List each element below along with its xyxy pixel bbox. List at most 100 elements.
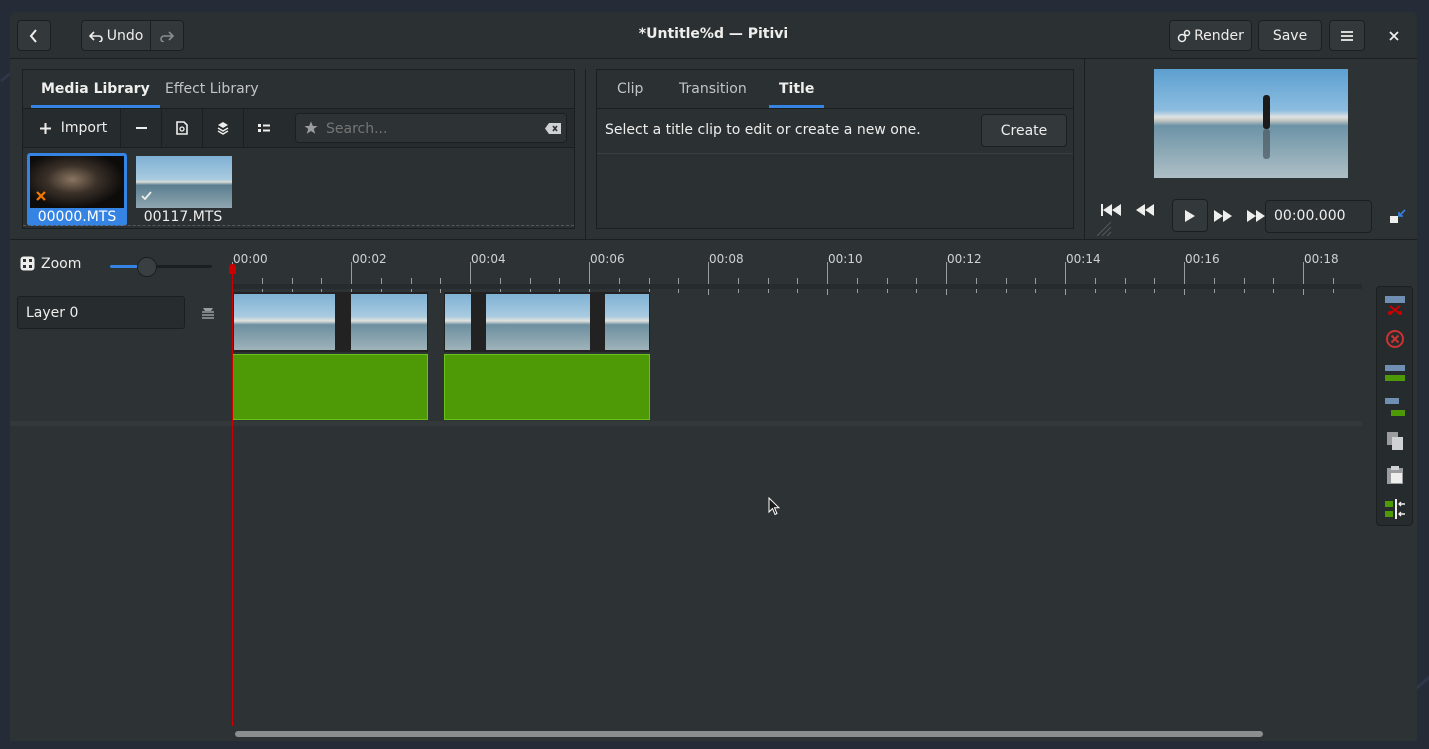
video-thumbnail <box>234 294 335 350</box>
video-thumbnail <box>605 294 649 350</box>
search-input[interactable] <box>324 117 528 141</box>
clip-item[interactable]: 00117.MTS <box>133 153 233 226</box>
video-thumbnail <box>445 294 471 350</box>
ruler-label: 00:06 <box>590 252 625 266</box>
ruler-major-tick <box>1303 262 1304 295</box>
video-thumbnail <box>486 294 590 350</box>
delete-clip-button[interactable] <box>1379 323 1411 355</box>
clip-item[interactable]: 00000.MTS <box>27 153 127 226</box>
ruler-label: 00:16 <box>1185 252 1220 266</box>
clear-search-icon[interactable] <box>545 123 561 134</box>
ruler-major-tick <box>946 262 947 295</box>
play-button[interactable] <box>1172 199 1208 232</box>
ruler-major-tick <box>589 262 590 295</box>
save-label: Save <box>1272 27 1308 44</box>
media-library-panel: Media Library Effect Library Import Sear… <box>22 69 575 229</box>
align-icon <box>1385 499 1405 519</box>
ruler-major-tick <box>351 262 352 295</box>
video-thumbnail <box>351 294 427 350</box>
align-button[interactable] <box>1379 493 1411 525</box>
minus-icon <box>135 127 147 129</box>
tab-effect-library[interactable]: Effect Library <box>155 70 269 108</box>
tab-media-library-label: Media Library <box>41 81 150 97</box>
main-menu-button[interactable] <box>1329 20 1365 51</box>
ruler-label: 00:04 <box>471 252 506 266</box>
title-hint-text: Select a title clip to edit or create a … <box>605 122 921 138</box>
seek-forward-button[interactable] <box>1210 204 1236 228</box>
timeline-clip[interactable] <box>232 292 428 420</box>
group-clips-button[interactable] <box>1379 357 1411 389</box>
tab-clip[interactable]: Clip <box>607 70 653 108</box>
paste-icon <box>1387 466 1403 484</box>
render-button[interactable]: Render <box>1169 20 1252 51</box>
viewer-preview <box>1154 69 1348 178</box>
tab-title-label: Title <box>779 81 815 97</box>
zoom-icon <box>20 256 35 271</box>
resize-grip-icon <box>1097 222 1111 236</box>
clip-error-icon <box>36 191 46 201</box>
title-editor-area: Select a title clip to edit or create a … <box>597 108 1073 154</box>
timeline-separator <box>10 239 1417 240</box>
tab-title[interactable]: Title <box>769 70 825 108</box>
create-title-button[interactable]: Create <box>981 114 1067 147</box>
copy-button[interactable] <box>1379 425 1411 457</box>
clip-thumbnail <box>136 156 232 208</box>
ruler-label: 00:02 <box>352 252 387 266</box>
timeline-clip[interactable] <box>444 292 650 420</box>
tab-effect-library-label: Effect Library <box>165 81 259 97</box>
panel-separator <box>585 69 586 239</box>
layer-separator <box>10 421 1362 426</box>
mouse-pointer-icon <box>768 497 780 516</box>
plus-icon <box>39 122 51 134</box>
copy-icon <box>1387 432 1403 450</box>
ruler-label: 00:14 <box>1066 252 1101 266</box>
go-to-start-button[interactable] <box>1098 198 1124 222</box>
time-value: 00:00.000 <box>1274 208 1346 224</box>
audio-track <box>444 354 650 420</box>
playhead-marker <box>229 264 236 274</box>
seek-backward-icon <box>1136 204 1154 216</box>
timeline-scrollbar-thumb[interactable] <box>235 731 1263 737</box>
document-properties-icon <box>176 121 188 135</box>
zoom-label: Zoom <box>41 256 82 272</box>
ruler-major-tick <box>1184 262 1185 295</box>
play-icon <box>1185 209 1195 222</box>
ruler-bottom-border <box>232 284 1362 289</box>
remove-clip-button[interactable] <box>121 109 162 147</box>
split-clip-button[interactable] <box>1379 289 1411 321</box>
ruler-label: 00:00 <box>233 252 268 266</box>
tab-transition[interactable]: Transition <box>669 70 757 108</box>
ruler-major-tick <box>827 262 828 295</box>
delete-icon <box>1386 330 1404 348</box>
list-view-button[interactable] <box>244 109 284 147</box>
view-list-icon <box>258 124 270 132</box>
seek-backward-button[interactable] <box>1132 198 1158 222</box>
zoom-slider-handle[interactable] <box>137 257 158 277</box>
zoom-slider[interactable] <box>110 256 212 278</box>
clip-properties-button[interactable] <box>162 109 203 147</box>
undock-icon <box>1390 209 1406 223</box>
search-field[interactable] <box>295 113 567 143</box>
ungroup-clips-button[interactable] <box>1379 391 1411 423</box>
undock-viewer-button[interactable] <box>1385 206 1411 228</box>
layer-name-field[interactable]: Layer 0 <box>17 296 185 329</box>
ruler-label: 00:12 <box>947 252 982 266</box>
layer-settings-icon[interactable] <box>201 305 215 319</box>
ruler-label: 00:18 <box>1304 252 1339 266</box>
ruler-major-tick <box>708 262 709 295</box>
playhead[interactable] <box>232 264 233 726</box>
ruler-label: 00:10 <box>828 252 863 266</box>
render-icon <box>1177 29 1191 42</box>
pitivi-window: Undo *Untitle%d — Pitivi Render Save Med… <box>10 12 1417 741</box>
import-label: Import <box>60 120 108 136</box>
paste-button[interactable] <box>1379 459 1411 491</box>
close-button[interactable] <box>1376 20 1412 51</box>
split-icon <box>1385 296 1405 315</box>
insert-at-end-button[interactable] <box>203 109 244 147</box>
time-entry[interactable]: 00:00.000 <box>1265 200 1372 233</box>
import-button[interactable]: Import <box>27 109 121 147</box>
clip-name: 00117.MTS <box>143 209 223 225</box>
save-button[interactable]: Save <box>1258 20 1322 51</box>
tab-media-library[interactable]: Media Library <box>31 70 160 108</box>
timeline-toolbar <box>1376 286 1413 526</box>
